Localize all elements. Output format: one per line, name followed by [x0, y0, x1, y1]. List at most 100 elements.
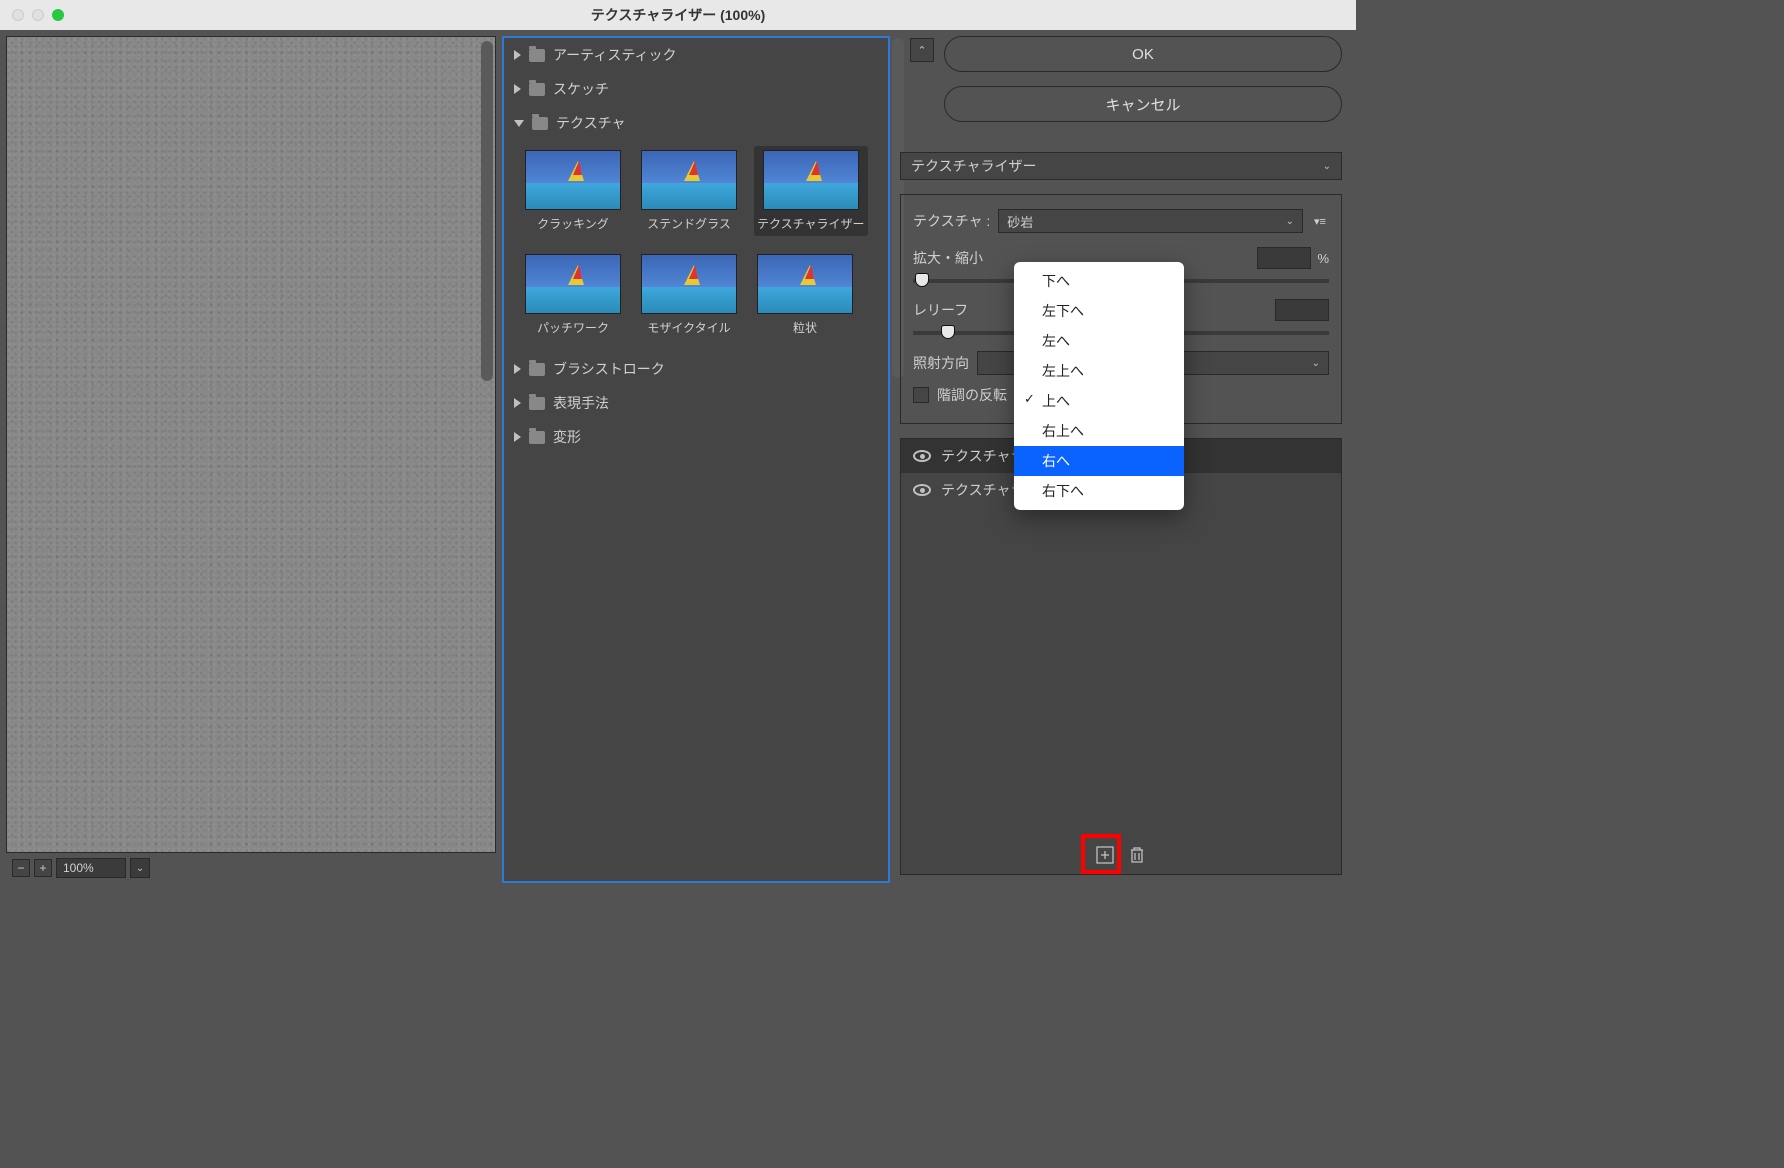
disclosure-closed-icon: [514, 364, 521, 374]
disclosure-closed-icon: [514, 398, 521, 408]
thumb-image: [525, 150, 621, 210]
new-effect-layer-button[interactable]: [1094, 844, 1116, 866]
chevron-down-icon: ⌄: [1312, 358, 1320, 369]
filter-dropdown-label: テクスチャライザー: [911, 156, 1036, 176]
category-label: 変形: [553, 427, 581, 447]
scale-unit: %: [1317, 251, 1329, 266]
disclosure-open-icon: [514, 120, 524, 127]
texture-flyout-button[interactable]: ▾≡: [1311, 212, 1329, 230]
cancel-button[interactable]: キャンセル: [944, 86, 1342, 122]
zoom-out-button[interactable]: −: [12, 859, 30, 877]
folder-icon: [532, 117, 548, 130]
thumb-craquelure[interactable]: クラッキング: [522, 146, 624, 236]
preview-scrollbar[interactable]: [481, 41, 493, 381]
preview-area[interactable]: [6, 36, 496, 853]
texture-param-row: テクスチャ : 砂岩 ⌄ ▾≡: [913, 209, 1329, 233]
chevron-double-up-icon: ⌃: [917, 44, 926, 57]
minimize-window-button[interactable]: [32, 9, 44, 21]
category-brush-strokes[interactable]: ブラシストローク: [504, 352, 888, 386]
menu-item-left[interactable]: 左へ: [1014, 326, 1184, 356]
light-direction-menu: 下へ 左下へ 左へ 左上へ 上へ 右上へ 右へ 右下へ: [1014, 262, 1184, 510]
controls-panel: ⌃ OK キャンセル テクスチャライザー ⌄ テクスチャ : 砂岩 ⌄: [896, 36, 1350, 883]
disclosure-closed-icon: [514, 432, 521, 442]
zoom-dropdown-button[interactable]: ⌄: [130, 858, 150, 878]
visibility-icon[interactable]: [913, 450, 931, 462]
zoom-value[interactable]: 100%: [56, 858, 126, 878]
invert-label: 階調の反転: [937, 385, 1007, 405]
invert-checkbox[interactable]: [913, 387, 929, 403]
preview-panel: − + 100% ⌄: [6, 36, 496, 883]
category-label: ブラシストローク: [553, 359, 665, 379]
plus-icon: [1096, 846, 1114, 864]
menu-item-up[interactable]: 上へ: [1014, 386, 1184, 416]
traffic-lights: [12, 9, 64, 21]
texture-value: 砂岩: [1007, 212, 1033, 231]
chevron-down-icon: ⌄: [1323, 161, 1331, 172]
folder-icon: [529, 431, 545, 444]
top-buttons: ⌃ OK キャンセル: [900, 36, 1342, 122]
texture-label: テクスチャ :: [913, 211, 990, 231]
window-title: テクスチャライザー (100%): [591, 5, 765, 25]
folder-icon: [529, 363, 545, 376]
slider-thumb[interactable]: [941, 325, 955, 339]
scale-input[interactable]: [1257, 247, 1311, 269]
category-label: 表現手法: [553, 393, 609, 413]
relief-label: レリーフ: [913, 300, 968, 320]
disclosure-closed-icon: [514, 50, 521, 60]
thumb-label: クラッキング: [537, 215, 609, 232]
thumb-mosaic-tiles[interactable]: モザイクタイル: [638, 250, 740, 340]
layers-footer: [901, 836, 1341, 874]
menu-item-down[interactable]: 下へ: [1014, 266, 1184, 296]
thumb-label: パッチワーク: [537, 319, 609, 336]
disclosure-closed-icon: [514, 84, 521, 94]
relief-input[interactable]: [1275, 299, 1329, 321]
collapse-browser-button[interactable]: ⌃: [910, 38, 934, 62]
button-stack: OK キャンセル: [944, 36, 1342, 122]
thumb-image: [641, 254, 737, 314]
category-distort[interactable]: 変形: [504, 420, 888, 454]
texture-dropdown[interactable]: 砂岩 ⌄: [998, 209, 1303, 233]
preview-footer: − + 100% ⌄: [6, 853, 496, 883]
filter-gallery-window: テクスチャライザー (100%) − + 100% ⌄ アーティスティック: [0, 0, 1356, 889]
maximize-window-button[interactable]: [52, 9, 64, 21]
visibility-icon[interactable]: [913, 484, 931, 496]
category-artistic[interactable]: アーティスティック: [504, 38, 888, 72]
thumb-label: ステンドグラス: [647, 215, 731, 232]
thumb-image: [525, 254, 621, 314]
category-label: スケッチ: [553, 79, 609, 99]
thumb-image: [641, 150, 737, 210]
filter-browser-panel: アーティスティック スケッチ テクスチャ クラッキング ステンドグラス: [502, 36, 890, 883]
texture-thumbnails: クラッキング ステンドグラス テクスチャライザー パッチワーク モザイクタイル: [504, 140, 888, 352]
category-sketch[interactable]: スケッチ: [504, 72, 888, 106]
thumb-grain[interactable]: 粒状: [754, 250, 856, 340]
menu-item-upper-left[interactable]: 左上へ: [1014, 356, 1184, 386]
scale-label: 拡大・縮小: [913, 248, 983, 268]
category-stylize[interactable]: 表現手法: [504, 386, 888, 420]
category-texture[interactable]: テクスチャ: [504, 106, 888, 140]
chevron-down-icon: ⌄: [1286, 216, 1294, 227]
thumb-patchwork[interactable]: パッチワーク: [522, 250, 624, 340]
preview-texture: [7, 37, 495, 852]
content-area: − + 100% ⌄ アーティスティック スケッチ テクスチャ: [0, 30, 1356, 889]
titlebar: テクスチャライザー (100%): [0, 0, 1356, 30]
thumb-texturizer[interactable]: テクスチャライザー: [754, 146, 868, 236]
filter-dropdown[interactable]: テクスチャライザー ⌄: [900, 152, 1342, 180]
folder-icon: [529, 83, 545, 96]
thumb-label: テクスチャライザー: [757, 215, 865, 232]
thumb-label: 粒状: [793, 319, 817, 336]
menu-item-right[interactable]: 右へ: [1014, 446, 1184, 476]
menu-item-upper-right[interactable]: 右上へ: [1014, 416, 1184, 446]
trash-icon: [1129, 846, 1145, 864]
menu-item-lower-left[interactable]: 左下へ: [1014, 296, 1184, 326]
menu-item-lower-right[interactable]: 右下へ: [1014, 476, 1184, 506]
thumb-image: [757, 254, 853, 314]
zoom-in-button[interactable]: +: [34, 859, 52, 877]
delete-effect-layer-button[interactable]: [1126, 844, 1148, 866]
thumb-stained-glass[interactable]: ステンドグラス: [638, 146, 740, 236]
thumb-label: モザイクタイル: [647, 319, 730, 336]
category-label: テクスチャ: [556, 113, 625, 133]
close-window-button[interactable]: [12, 9, 24, 21]
ok-button[interactable]: OK: [944, 36, 1342, 72]
slider-thumb[interactable]: [915, 273, 929, 287]
folder-icon: [529, 49, 545, 62]
